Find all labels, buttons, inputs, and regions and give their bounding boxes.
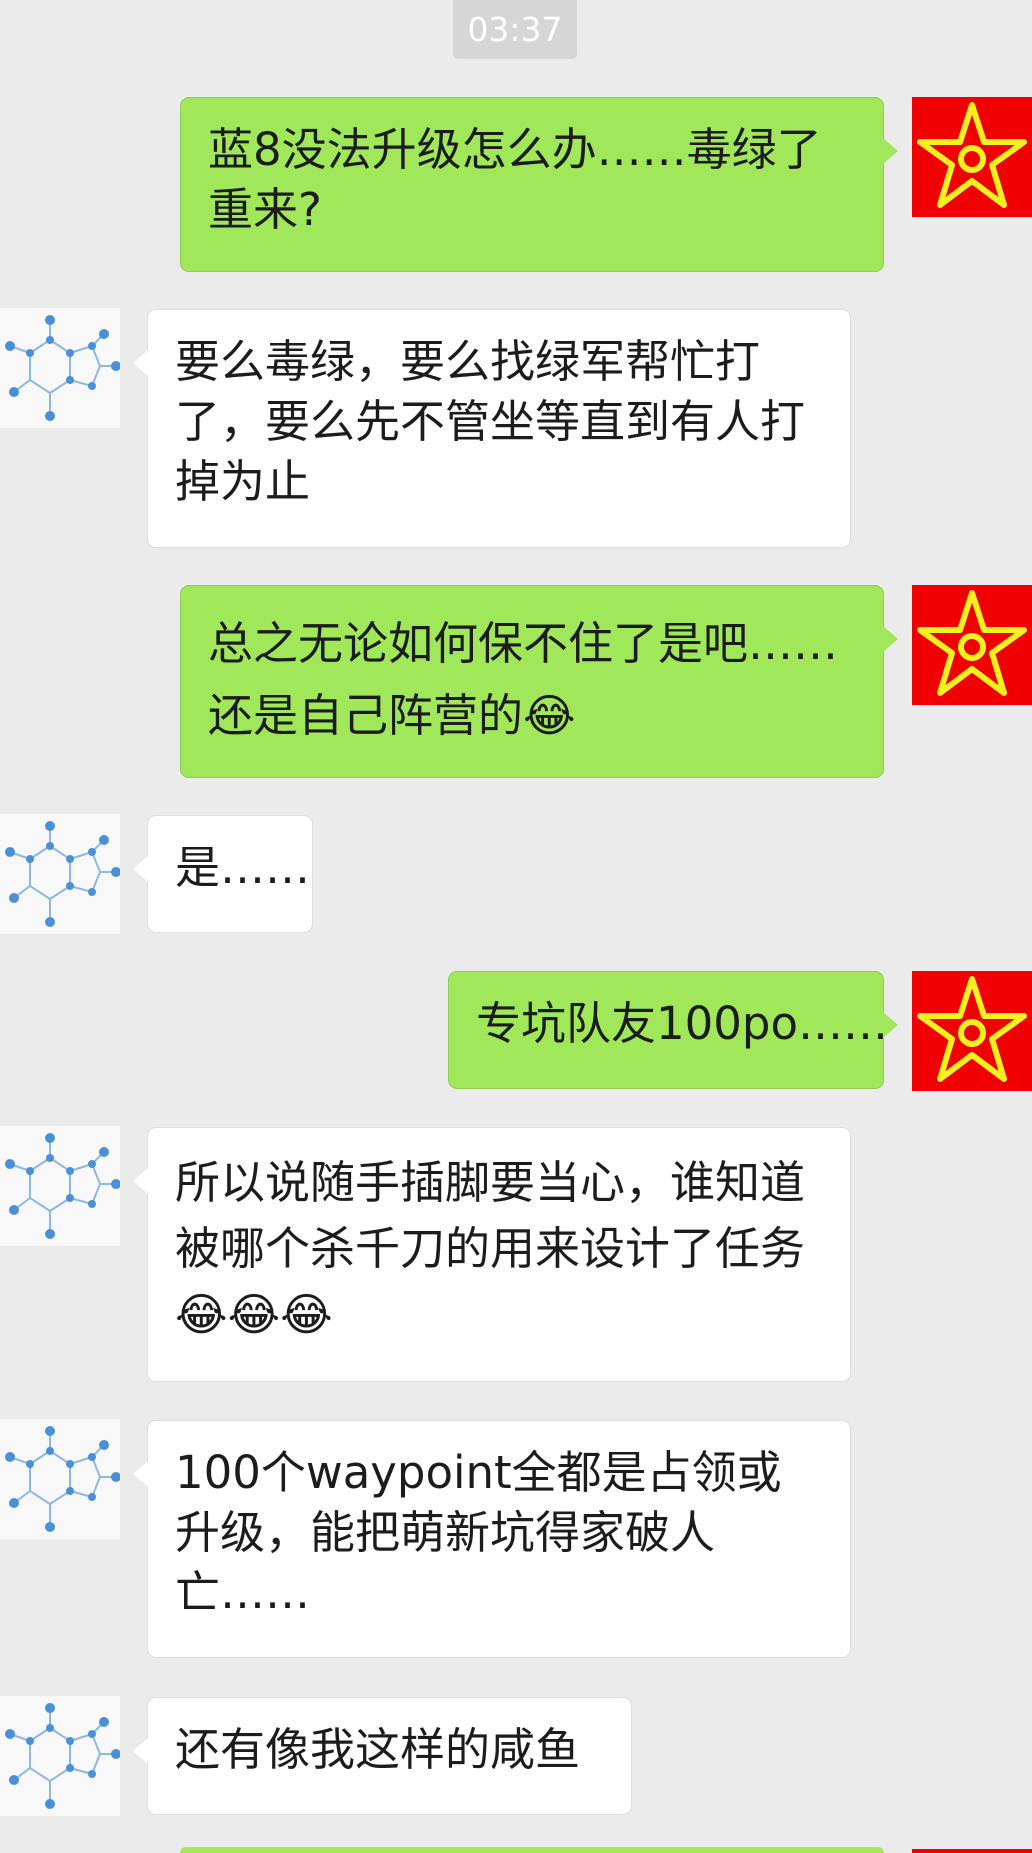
peer-avatar[interactable] bbox=[0, 308, 120, 428]
message-text: 100个waypoint全都是占领或升级，能把萌新坑得家破人亡…… bbox=[175, 1446, 782, 1619]
self-avatar[interactable] bbox=[912, 97, 1032, 217]
yellow-star-icon bbox=[917, 102, 1027, 208]
message-bubble-outgoing[interactable]: 专坑队友100po…… bbox=[448, 971, 898, 1089]
self-avatar[interactable] bbox=[912, 971, 1032, 1091]
message-text: 还有像我这样的咸鱼 bbox=[175, 1723, 581, 1776]
molecule-icon bbox=[5, 821, 120, 927]
molecule-icon bbox=[5, 1703, 120, 1809]
yellow-star-icon bbox=[917, 976, 1027, 1082]
self-avatar[interactable] bbox=[912, 585, 1032, 705]
message-bubble-outgoing-partial[interactable] bbox=[180, 1847, 884, 1853]
message-text: 是…… bbox=[175, 841, 311, 894]
molecule-icon bbox=[5, 1426, 120, 1532]
peer-avatar[interactable] bbox=[0, 814, 120, 934]
self-avatar-partial[interactable] bbox=[912, 1849, 1032, 1853]
message-text: 总之无论如何保不住了是吧……还是自己阵营的😂 bbox=[208, 617, 839, 742]
message-bubble-incoming[interactable]: 要么毒绿，要么找绿军帮忙打了，要么先不管坐等直到有人打掉为止 bbox=[133, 309, 851, 548]
message-bubble-incoming[interactable]: 还有像我这样的咸鱼 bbox=[133, 1697, 632, 1815]
peer-avatar[interactable] bbox=[0, 1696, 120, 1816]
message-bubble-incoming[interactable]: 100个waypoint全都是占领或升级，能把萌新坑得家破人亡…… bbox=[133, 1420, 851, 1658]
message-timestamp: 03:37 bbox=[453, 0, 577, 59]
message-bubble-outgoing[interactable]: 总之无论如何保不住了是吧……还是自己阵营的😂 bbox=[180, 585, 898, 778]
message-text: 专坑队友100po…… bbox=[476, 997, 888, 1050]
message-bubble-outgoing[interactable]: 蓝8没法升级怎么办……毒绿了重来? bbox=[180, 97, 898, 272]
message-text: 要么毒绿，要么找绿军帮忙打了，要么先不管坐等直到有人打掉为止 bbox=[175, 335, 806, 508]
message-bubble-incoming[interactable]: 所以说随手插脚要当心，谁知道被哪个杀千刀的用来设计了任务😂😂😂 bbox=[133, 1127, 851, 1382]
molecule-icon bbox=[5, 315, 120, 421]
peer-avatar[interactable] bbox=[0, 1419, 120, 1539]
peer-avatar[interactable] bbox=[0, 1126, 120, 1246]
molecule-icon bbox=[5, 1133, 120, 1239]
message-bubble-incoming[interactable]: 是…… bbox=[133, 815, 313, 933]
message-text: 所以说随手插脚要当心，谁知道被哪个杀千刀的用来设计了任务😂😂😂 bbox=[175, 1156, 806, 1341]
message-text: 蓝8没法升级怎么办……毒绿了重来? bbox=[208, 123, 822, 236]
yellow-star-icon bbox=[917, 590, 1027, 696]
